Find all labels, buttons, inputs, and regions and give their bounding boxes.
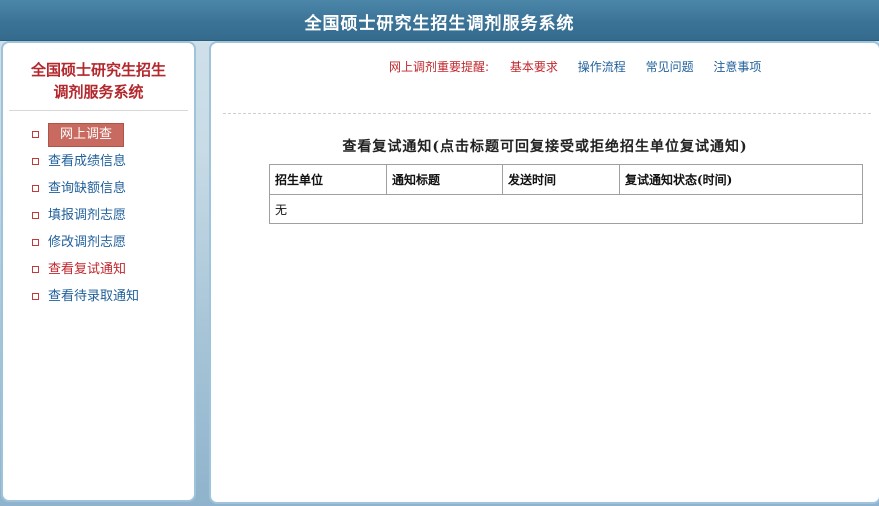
- sidebar-item-admission-notice[interactable]: 查看待录取通知: [3, 283, 194, 310]
- bullet-icon: [32, 185, 39, 192]
- bullet-icon: [32, 239, 39, 246]
- col-header-title: 通知标题: [386, 164, 503, 195]
- sidebar-divider: [9, 110, 188, 111]
- system-title: 全国硕士研究生招生调剂服务系统: [304, 14, 575, 34]
- link-notes[interactable]: 注意事项: [713, 60, 761, 74]
- retest-notice-table: 招生单位 通知标题 发送时间 复试通知状态(时间) 无: [269, 164, 863, 224]
- empty-cell: 无: [269, 194, 863, 224]
- sidebar-item-label[interactable]: 填报调剂志愿: [48, 208, 126, 223]
- sidebar-menu: 网上调查 查看成绩信息 查询缺额信息 填报调剂志愿 修改调剂志愿 查看复试通知 …: [3, 121, 194, 310]
- col-header-status: 复试通知状态(时间): [619, 164, 863, 195]
- bullet-icon: [32, 158, 39, 165]
- sidebar-item-retest-notice[interactable]: 查看复试通知: [3, 256, 194, 283]
- link-operation-process[interactable]: 操作流程: [578, 60, 626, 74]
- col-header-sent-time: 发送时间: [502, 164, 620, 195]
- top-banner: 全国硕士研究生招生调剂服务系统: [0, 0, 879, 41]
- sidebar-item-online-survey[interactable]: 网上调查: [3, 121, 194, 148]
- sidebar-item-label[interactable]: 查看待录取通知: [48, 289, 139, 304]
- sidebar-item-label[interactable]: 查看复试通知: [48, 262, 126, 277]
- sidebar-item-label[interactable]: 查询缺额信息: [48, 181, 126, 196]
- table-row: 无: [269, 194, 863, 224]
- sidebar-item-modify-preference[interactable]: 修改调剂志愿: [3, 229, 194, 256]
- bullet-icon: [32, 212, 39, 219]
- brand-line-2: 调剂服务系统: [53, 83, 144, 101]
- link-basic-requirements[interactable]: 基本要求: [510, 60, 558, 74]
- sidebar-item-vacancy-info[interactable]: 查询缺额信息: [3, 175, 194, 202]
- sidebar-item-label[interactable]: 修改调剂志愿: [48, 235, 126, 250]
- brand-line-1: 全国硕士研究生招生: [30, 61, 166, 79]
- bullet-icon: [32, 131, 39, 138]
- sidebar-item-fill-preference[interactable]: 填报调剂志愿: [3, 202, 194, 229]
- dashed-divider: [223, 113, 871, 114]
- bullet-icon: [32, 293, 39, 300]
- notice-label: 网上调剂重要提醒:: [389, 60, 490, 74]
- sidebar-item-view-scores[interactable]: 查看成绩信息: [3, 148, 194, 175]
- sidebar-brand: 全国硕士研究生招生 调剂服务系统: [3, 59, 194, 103]
- bullet-icon: [32, 266, 39, 273]
- sidebar-item-label[interactable]: 查看成绩信息: [48, 154, 126, 169]
- col-header-unit: 招生单位: [269, 164, 387, 195]
- table-header-row: 招生单位 通知标题 发送时间 复试通知状态(时间): [269, 164, 863, 195]
- page-title: 查看复试通知(点击标题可回复接受或拒绝招生单位复试通知): [342, 139, 748, 155]
- main-panel: 网上调剂重要提醒: 基本要求 操作流程 常见问题 注意事项 查看复试通知(点击标…: [209, 41, 879, 504]
- notice-bar: 网上调剂重要提醒: 基本要求 操作流程 常见问题 注意事项: [389, 58, 761, 75]
- link-faq[interactable]: 常见问题: [646, 60, 694, 74]
- sidebar: 全国硕士研究生招生 调剂服务系统 网上调查 查看成绩信息 查询缺额信息 填报调剂…: [1, 41, 196, 502]
- sidebar-item-label[interactable]: 网上调查: [48, 123, 125, 147]
